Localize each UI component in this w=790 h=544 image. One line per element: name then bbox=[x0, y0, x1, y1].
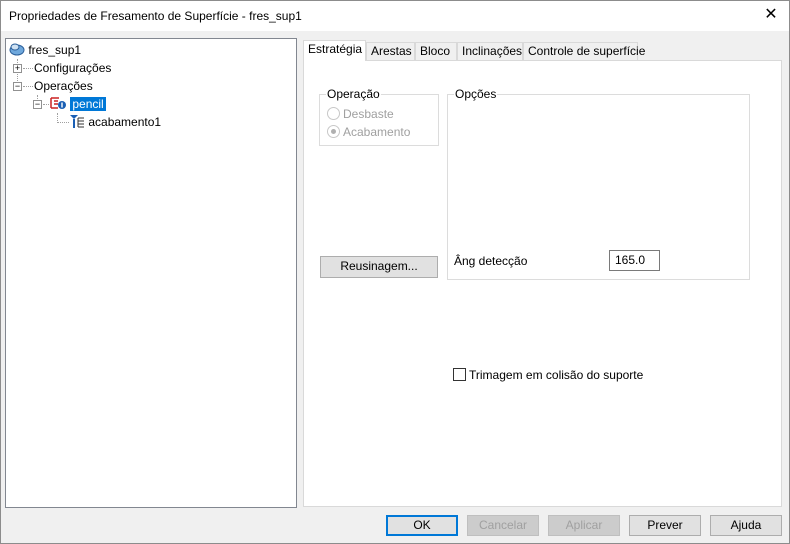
operacao-group: Operação Desbaste Acabamento bbox=[319, 87, 439, 146]
tree-label-pencil: pencil bbox=[70, 97, 106, 111]
expand-operacoes[interactable]: − bbox=[13, 82, 22, 91]
tree-item-operacoes[interactable]: Operações bbox=[34, 77, 93, 95]
expand-pencil[interactable]: − bbox=[33, 100, 42, 109]
tree-connector bbox=[23, 86, 33, 87]
radio-checked-icon bbox=[327, 125, 340, 138]
cancel-button[interactable]: Cancelar bbox=[467, 515, 539, 536]
tree-connector bbox=[23, 68, 33, 69]
tab-page-estrategia: Operação Desbaste Acabamento Opções Âng … bbox=[303, 60, 782, 507]
desbaste-radio[interactable]: Desbaste bbox=[327, 106, 394, 122]
apply-button[interactable]: Aplicar bbox=[548, 515, 620, 536]
reusinagem-button[interactable]: Reusinagem... bbox=[320, 256, 438, 278]
tab-bloco[interactable]: Bloco bbox=[415, 42, 457, 61]
close-icon[interactable]: ✕ bbox=[763, 6, 779, 24]
trimagem-label: Trimagem em colisão do suporte bbox=[469, 368, 644, 382]
tree-label-root: fres_sup1 bbox=[28, 43, 82, 57]
ang-deteccao-input[interactable]: 165.0 bbox=[609, 250, 660, 271]
preview-button[interactable]: Prever bbox=[629, 515, 701, 536]
radio-unchecked-icon bbox=[327, 107, 340, 120]
tab-inclinacoes[interactable]: Inclinações bbox=[457, 42, 523, 61]
operacao-legend: Operação bbox=[326, 87, 381, 101]
acabamento-radio[interactable]: Acabamento bbox=[327, 124, 410, 140]
project-icon bbox=[9, 43, 25, 56]
dialog-window: Propriedades de Fresamento de Superfície… bbox=[0, 0, 790, 544]
tree-item-pencil[interactable]: pencil bbox=[49, 95, 106, 113]
title-bar: Propriedades de Fresamento de Superfície… bbox=[1, 1, 789, 31]
acabamento-label: Acabamento bbox=[343, 125, 411, 139]
tree-label-acabamento: acabamento1 bbox=[88, 115, 162, 129]
tab-controle-superficie[interactable]: Controle de superfície bbox=[523, 42, 645, 61]
expand-configuracoes[interactable]: + bbox=[13, 64, 22, 73]
ok-button[interactable]: OK bbox=[386, 515, 458, 536]
ang-deteccao-label: Âng detecção bbox=[454, 254, 528, 268]
tree-item-root[interactable]: fres_sup1 bbox=[9, 41, 81, 59]
help-button[interactable]: Ajuda bbox=[710, 515, 782, 536]
tree-label-operacoes: Operações bbox=[34, 79, 93, 93]
opcoes-group: Opções Âng detecção 165.0 bbox=[447, 87, 750, 280]
tree-item-acabamento[interactable]: acabamento1 bbox=[69, 113, 161, 131]
tree-connector bbox=[57, 122, 69, 123]
operations-tree[interactable]: fres_sup1 + Configurações − Operações − … bbox=[5, 38, 297, 508]
trimagem-checkbox[interactable]: Trimagem em colisão do suporte bbox=[453, 367, 643, 383]
window-title: Propriedades de Fresamento de Superfície… bbox=[9, 9, 302, 23]
tab-estrategia[interactable]: Estratégia bbox=[303, 40, 366, 61]
tab-arestas[interactable]: Arestas bbox=[366, 42, 415, 61]
surface-mill-icon bbox=[50, 97, 66, 109]
checkbox-unchecked-icon bbox=[453, 368, 466, 381]
opcoes-legend: Opções bbox=[454, 87, 498, 101]
desbaste-label: Desbaste bbox=[343, 107, 394, 121]
tree-item-configuracoes[interactable]: Configurações bbox=[34, 59, 111, 77]
tree-label-configuracoes: Configurações bbox=[34, 61, 112, 75]
tool-path-icon bbox=[70, 115, 84, 128]
